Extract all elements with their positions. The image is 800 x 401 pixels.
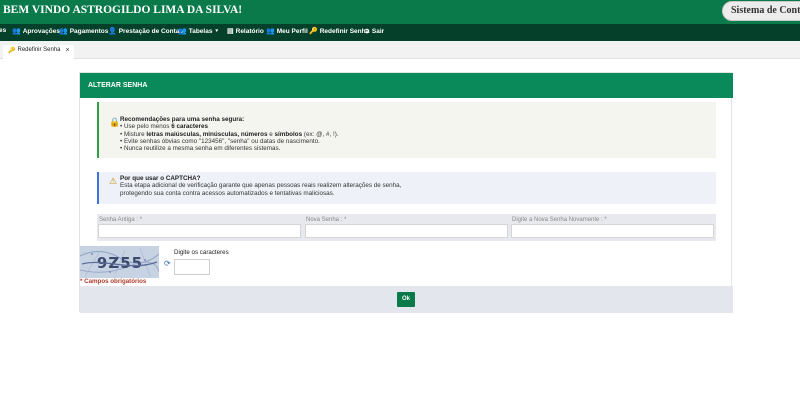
old-password-field[interactable]: [98, 224, 301, 238]
new-password-label: Nova Senha : *: [306, 217, 347, 223]
users-icon: 👥: [12, 28, 21, 35]
close-icon[interactable]: ×: [66, 47, 70, 54]
form-footer: Ok: [80, 286, 733, 313]
tips-title: Recomendações para uma senha segura:: [120, 116, 245, 123]
nav-item-label: Relatório: [235, 27, 264, 35]
confirm-password-label: Digite a Nova Senha Novamente : *: [512, 217, 607, 223]
security-tips-alert: 🔒 Recomendações para uma senha segura: •…: [97, 102, 716, 158]
nav-item-redefinir-senha[interactable]: 🔑 Redefinir Senha: [309, 27, 370, 36]
refresh-captcha-icon[interactable]: ⟳: [164, 259, 171, 268]
welcome-message: BEM VINDO ASTROGILDO LIMA DA SILVA!: [3, 4, 243, 16]
tips-line4: • Nunca reutilize a mesma senha em difer…: [120, 145, 281, 153]
captcha-info-title: Por que usar o CAPTCHA?: [120, 175, 201, 182]
tips-line2-suffix: (ex: @, #, !).: [302, 130, 339, 138]
nav-item-label: Meu Perfil: [276, 27, 308, 35]
tips-line1-prefix: • Use pelo menos: [120, 123, 172, 131]
nav-item-label: Aprovações: [22, 27, 60, 35]
users-icon: 👥: [266, 28, 275, 35]
nav-item-aprovacoes[interactable]: 👥 Aprovações: [12, 27, 60, 36]
nav-item-pagamentos[interactable]: 👥 Pagamentos: [59, 27, 109, 36]
card-title: ALTERAR SENHA: [80, 73, 733, 98]
change-password-card: ALTERAR SENHA 🔒 Recomendações para uma s…: [79, 72, 733, 313]
user-edit-icon: 👤: [108, 28, 117, 35]
nav-item-tabelas[interactable]: 👥 Tabelas ▾: [178, 27, 218, 36]
nav-item-label: Tabelas: [188, 27, 213, 35]
nav-item-relatorio[interactable]: ▤ Relatório: [227, 27, 264, 36]
captcha-info-line2: protegendo sua conta contra acessos auto…: [120, 189, 335, 197]
tab-label: Redefinir Senha: [17, 47, 61, 53]
ok-button[interactable]: Ok: [397, 292, 415, 307]
warning-icon: ⚠: [109, 176, 118, 186]
nav-item-label: Sair: [371, 27, 385, 35]
captcha-info-text: Por que usar o CAPTCHA? Esta etapa adici…: [120, 175, 401, 197]
tab-redefinir-senha[interactable]: 🔑 Redefinir Senha ×: [3, 45, 74, 59]
tab-strip: 🔑 Redefinir Senha ×: [0, 41, 800, 59]
logout-icon: ➲: [364, 28, 370, 35]
captcha-info-line1: Esta etapa adicional de verificação gara…: [120, 182, 402, 190]
nav-item-label: Pagamentos: [69, 27, 109, 35]
tips-line2-bold1: letras maiúsculas, minúsculas, números: [146, 130, 268, 138]
tips-line2-prefix: • Misture: [120, 130, 147, 138]
captcha-label: Digite os caracteres: [174, 249, 229, 256]
required-fields-note: * Campos obrigatórios: [80, 278, 147, 285]
key-icon: 🔑: [309, 28, 318, 35]
chevron-down-icon: ▾: [215, 28, 218, 34]
captcha-image: 9Z55: [80, 246, 159, 278]
old-password-label: Senha Antiga : *: [99, 217, 143, 223]
report-icon: ▤: [227, 28, 234, 35]
nav-item-label: Redefinir Senha: [319, 27, 370, 35]
captcha-input[interactable]: [174, 259, 210, 275]
tips-line1-bold: 6 caracteres: [171, 123, 208, 131]
captcha-info-alert: ⚠ Por que usar o CAPTCHA? Esta etapa adi…: [97, 172, 716, 204]
nav-item-partial[interactable]: es: [0, 27, 6, 34]
nav-item-label: Prestação de Contas: [118, 27, 184, 35]
nav-item-label: es: [0, 27, 7, 34]
tips-line3: • Evite senhas óbvias como "123456", "se…: [120, 137, 320, 145]
users-icon: 👥: [178, 28, 187, 35]
password-fields-row: Senha Antiga : * Nova Senha : * Digite a…: [97, 214, 716, 241]
key-icon: 🔑: [8, 48, 16, 54]
confirm-password-field[interactable]: [511, 224, 714, 238]
security-tips-text: Recomendações para uma senha segura: • U…: [120, 116, 339, 152]
top-header-bar: BEM VINDO ASTROGILDO LIMA DA SILVA! Sist…: [0, 0, 800, 24]
lock-icon: 🔒: [109, 117, 121, 127]
new-password-field[interactable]: [305, 224, 508, 238]
users-icon: 👥: [59, 28, 68, 35]
main-nav-bar: es 👥 Aprovações 👥 Pagamentos 👤 Prestação…: [0, 24, 800, 41]
tips-line2-bold2: símbolos: [274, 130, 303, 138]
nav-item-sair[interactable]: ➲ Sair: [364, 27, 385, 36]
captcha-noise: 9Z55: [80, 246, 159, 278]
nav-item-prestacao-contas[interactable]: 👤 Prestação de Contas: [108, 27, 184, 36]
nav-item-meu-perfil[interactable]: 👥 Meu Perfil: [266, 27, 308, 36]
system-title-button[interactable]: Sistema de Controle de: [722, 1, 800, 21]
